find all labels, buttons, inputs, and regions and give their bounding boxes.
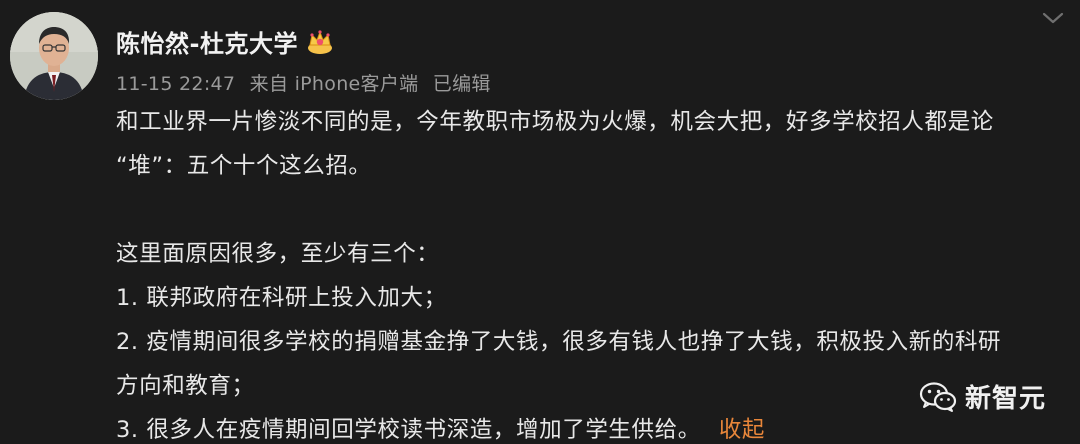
avatar-photo [10, 12, 98, 100]
list-item: 3. 很多人在疫情期间回学校读书深造，增加了学生供给。 [116, 417, 701, 443]
post-source: 来自 iPhone客户端 [249, 73, 419, 95]
list-item: 2. 疫情期间很多学校的捐赠基金挣了大钱，很多有钱人也挣了大钱，积极投入新的科研 [116, 329, 1002, 355]
wechat-icon [919, 381, 957, 412]
list-item-row: 3. 很多人在疫情期间回学校读书深造，增加了学生供给。 收起 [116, 408, 1046, 444]
list-item-continuation: 方向和教育； [116, 373, 255, 399]
weibo-post-card: 陈怡然-杜克大学 11-15 22:47 来自 iPhone客户端 已编辑 和工… [0, 0, 1080, 444]
post-content: 和工业界一片惨淡不同的是，今年教职市场极为火爆，机会大把，好多学校招人都是论 “… [116, 100, 1046, 444]
author-name[interactable]: 陈怡然-杜克大学 [116, 24, 298, 59]
post-text-line: 和工业界一片惨淡不同的是，今年教职市场极为火爆，机会大把，好多学校招人都是论 [116, 109, 994, 135]
post-timestamp: 11-15 22:47 [116, 73, 236, 95]
edited-label[interactable]: 已编辑 [433, 73, 491, 95]
post-meta: 11-15 22:47 来自 iPhone客户端 已编辑 [116, 69, 491, 96]
collapse-link[interactable]: 收起 [719, 417, 765, 443]
chevron-down-icon[interactable] [1040, 8, 1066, 28]
vip-crown-badge-icon[interactable] [306, 29, 334, 55]
watermark: 新智元 [919, 378, 1046, 415]
post-text-line: “堆”：五个十个这么招。 [116, 153, 372, 179]
list-item: 1. 联邦政府在科研上投入加大； [116, 285, 447, 311]
avatar[interactable] [10, 12, 98, 100]
watermark-text: 新智元 [964, 384, 1046, 414]
post-text-line: 这里面原因很多，至少有三个： [116, 241, 440, 267]
username-row: 陈怡然-杜克大学 [116, 24, 334, 59]
